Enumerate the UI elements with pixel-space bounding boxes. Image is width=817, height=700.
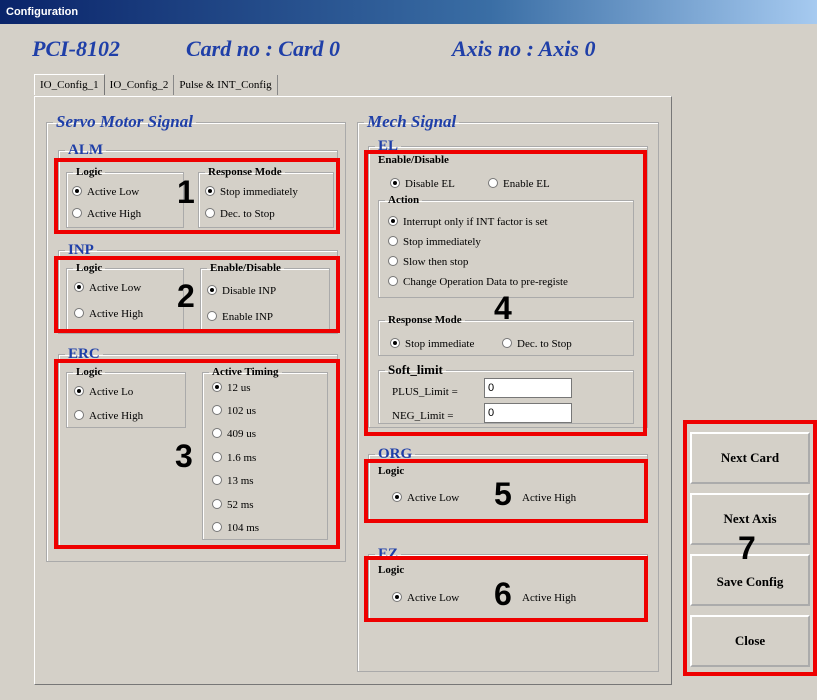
window-title: Configuration (6, 6, 79, 18)
annotation-box-1 (54, 158, 340, 234)
alm-title: ALM (68, 142, 103, 158)
annotation-number-2: 2 (177, 278, 195, 314)
card-model-title: PCI-8102 (32, 36, 120, 61)
axis-no-label: Axis no : Axis 0 (452, 36, 596, 61)
annotation-box-2 (54, 256, 340, 333)
tab-io-config-2[interactable]: IO_Config_2 (105, 75, 175, 95)
annotation-number-6: 6 (494, 576, 512, 612)
card-no-label: Card no : Card 0 (186, 36, 341, 61)
annotation-number-1: 1 (177, 174, 195, 210)
annotation-number-5: 5 (494, 476, 512, 512)
window-title-bar: Configuration (0, 0, 817, 24)
annotation-number-4: 4 (494, 290, 512, 326)
tab-pulse-int-config[interactable]: Pulse & INT_Config (174, 75, 278, 95)
annotation-number-3: 3 (175, 438, 193, 474)
annotation-number-7: 7 (738, 530, 756, 566)
mech-signal-title: Mech Signal (367, 112, 457, 131)
annotation-box-3 (54, 359, 340, 549)
tab-bar: IO_Config_1 IO_Config_2 Pulse & INT_Config (34, 74, 278, 96)
servo-motor-signal-title: Servo Motor Signal (56, 112, 193, 131)
tab-io-config-1[interactable]: IO_Config_1 (34, 74, 105, 95)
